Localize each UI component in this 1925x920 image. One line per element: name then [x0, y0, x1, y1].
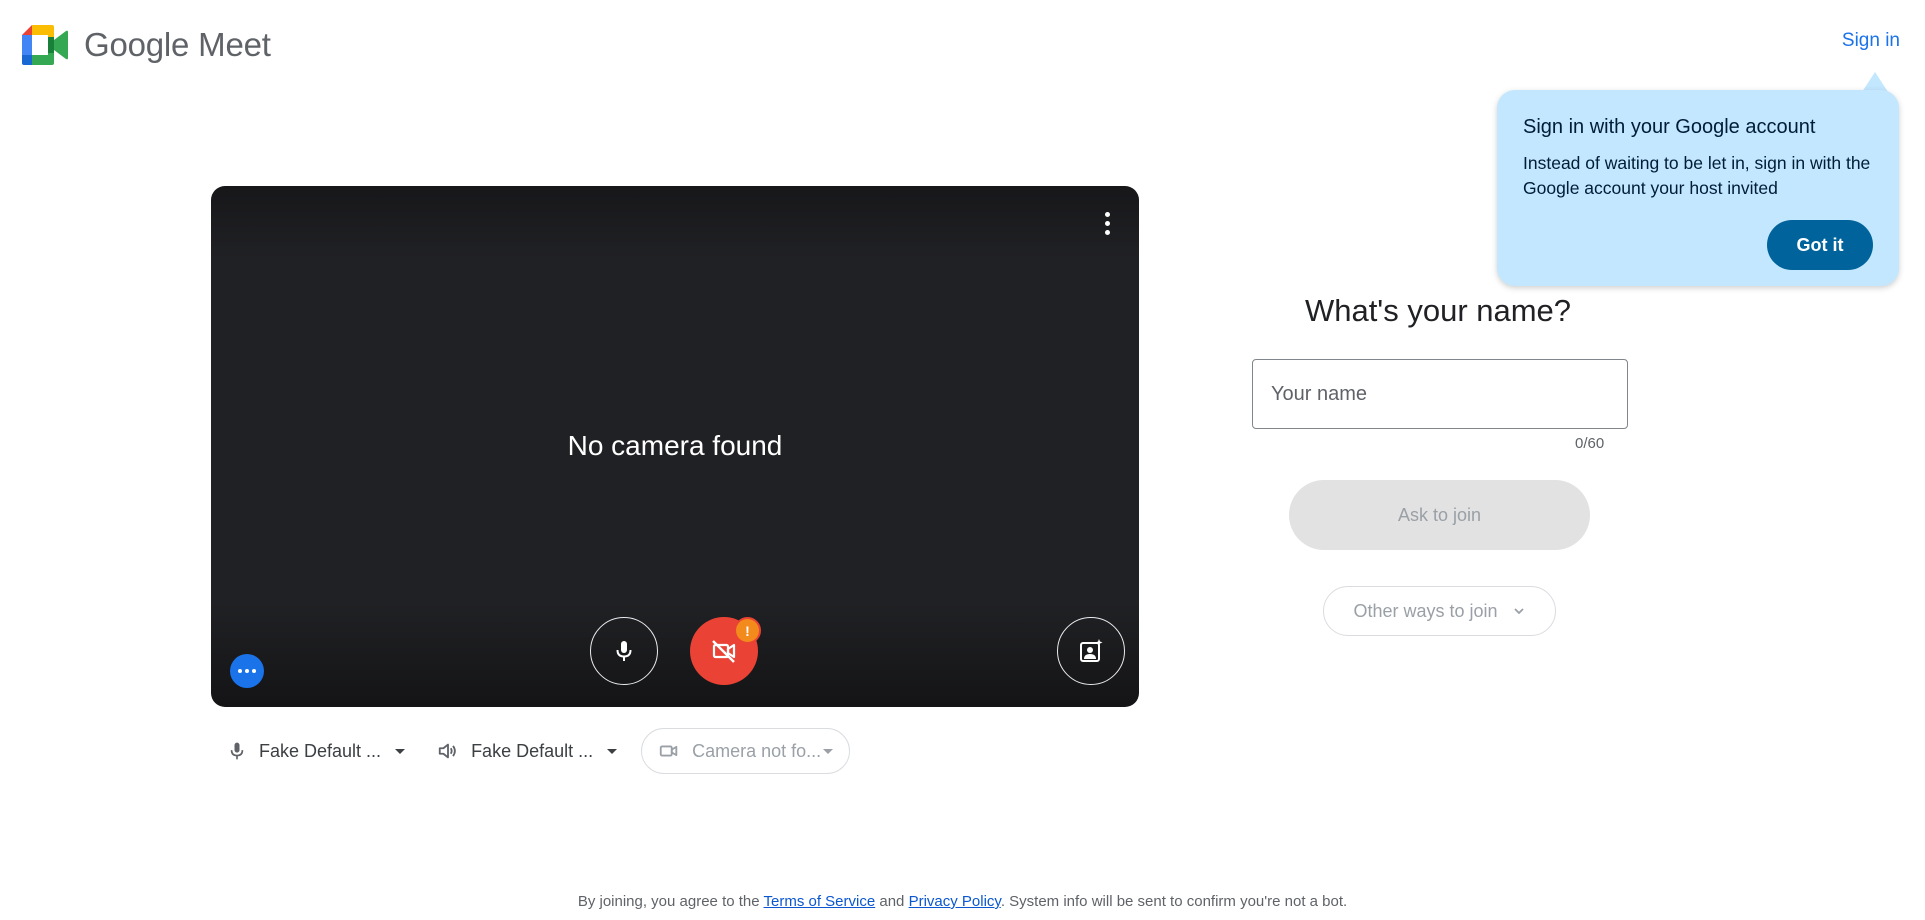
- privacy-policy-link[interactable]: Privacy Policy: [909, 893, 1001, 910]
- got-it-button[interactable]: Got it: [1767, 220, 1873, 270]
- google-meet-logo[interactable]: Google Meet: [22, 25, 271, 65]
- speaker-icon: [437, 740, 459, 762]
- camera-selector[interactable]: Camera not fo...: [641, 728, 851, 774]
- more-horiz-icon: [252, 669, 256, 673]
- microphone-selector[interactable]: Fake Default ...: [211, 728, 421, 774]
- chevron-down-icon: [1512, 604, 1526, 618]
- sign-in-link[interactable]: Sign in: [1842, 30, 1900, 52]
- device-selector-row: Fake Default ... Fake Default ... Camera…: [211, 728, 851, 774]
- chevron-down-icon: [823, 748, 834, 754]
- footer-prefix: By joining, you agree to the: [577, 893, 764, 910]
- tooltip-body: Instead of waiting to be let in, sign in…: [1523, 153, 1871, 198]
- meet-logo-icon: [22, 25, 68, 65]
- speaker-selector-label: Fake Default ...: [471, 740, 594, 761]
- no-camera-message: No camera found: [567, 430, 783, 461]
- chevron-down-icon: [395, 748, 406, 754]
- footer-suffix: . System info will be sent to confirm yo…: [1000, 893, 1348, 910]
- microphone-selector-label: Fake Default ...: [259, 740, 382, 761]
- chevron-down-icon: [607, 748, 618, 754]
- more-horiz-icon: [238, 669, 242, 673]
- more-horiz-button[interactable]: [230, 654, 264, 688]
- more-horiz-icon: [245, 669, 249, 673]
- brand-name: Google Meet: [84, 26, 271, 63]
- more-vert-icon: [1104, 211, 1110, 217]
- your-name-input[interactable]: [1252, 359, 1628, 429]
- more-options-button[interactable]: [1095, 208, 1119, 238]
- videocam-icon: [658, 740, 680, 762]
- more-vert-icon: [1104, 229, 1110, 235]
- other-ways-to-join-label: Other ways to join: [1353, 600, 1498, 621]
- mic-icon: [616, 641, 632, 661]
- speaker-selector[interactable]: Fake Default ...: [421, 728, 633, 774]
- tooltip-arrow: [1862, 72, 1888, 92]
- video-preview: No camera found !: [211, 186, 1139, 707]
- legal-footer: By joining, you agree to the Terms of Se…: [0, 893, 1925, 910]
- more-vert-icon: [1104, 220, 1110, 226]
- visual-effects-icon: [1080, 639, 1103, 662]
- mic-icon: [227, 741, 247, 761]
- ask-to-join-button[interactable]: Ask to join: [1289, 480, 1590, 550]
- other-ways-to-join-button[interactable]: Other ways to join: [1323, 586, 1556, 636]
- character-counter: 0/60: [1575, 435, 1605, 452]
- camera-selector-label: Camera not fo...: [692, 740, 822, 761]
- visual-effects-button[interactable]: [1057, 617, 1125, 685]
- meet-lobby-page: Google Meet Sign in Sign in with your Go…: [0, 0, 1925, 920]
- name-prompt-title: What's your name?: [1304, 293, 1572, 328]
- camera-off-icon: [712, 640, 736, 663]
- microphone-toggle-button[interactable]: [590, 617, 658, 685]
- camera-warning-badge: !: [734, 617, 761, 644]
- sign-in-tooltip: Sign in with your Google account Instead…: [1497, 90, 1899, 286]
- tooltip-title: Sign in with your Google account: [1523, 116, 1816, 138]
- terms-of-service-link[interactable]: Terms of Service: [764, 893, 876, 910]
- footer-and: and: [875, 893, 909, 910]
